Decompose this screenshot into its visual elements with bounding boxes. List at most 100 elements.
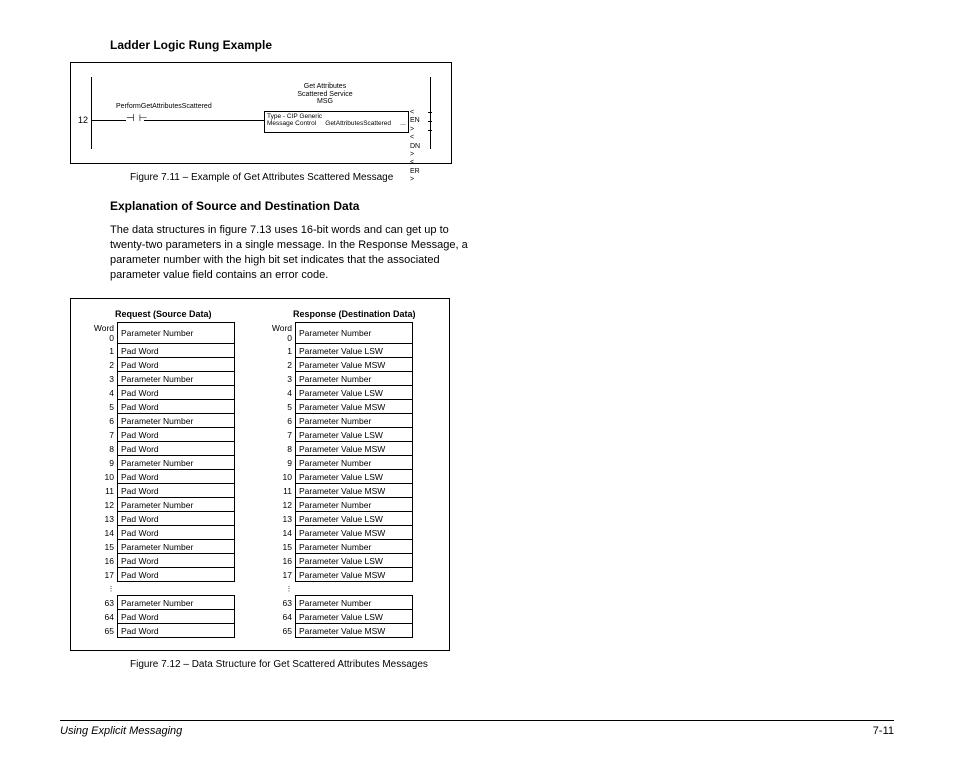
word-index: 11 (263, 484, 296, 498)
word-value: Parameter Value LSW (296, 344, 413, 358)
word-index: 64 (263, 610, 296, 624)
word-index: 4 (85, 386, 118, 400)
word-value: Pad Word (118, 526, 235, 540)
request-column: Request (Source Data) Word 0Parameter Nu… (85, 309, 235, 638)
word-value: Parameter Value LSW (296, 470, 413, 484)
word-value: Parameter Number (296, 323, 413, 344)
word-index: 8 (263, 442, 296, 456)
word-index: 1 (263, 344, 296, 358)
word-value: Parameter Value MSW (296, 358, 413, 372)
word-value: Parameter Value LSW (296, 386, 413, 400)
response-column: Response (Destination Data) Word 0Parame… (263, 309, 416, 638)
word-value: Pad Word (118, 470, 235, 484)
footer-section-title: Using Explicit Messaging (60, 725, 182, 737)
word-value: Parameter Number (118, 323, 235, 344)
word-value: Parameter Number (118, 372, 235, 386)
word-value: Pad Word (118, 400, 235, 414)
word-value: Parameter Number (296, 414, 413, 428)
word-value: Pad Word (118, 554, 235, 568)
word-value: Pad Word (118, 344, 235, 358)
msg-instruction-box: Type - CIP Generic Message Control GetAt… (264, 111, 409, 133)
word-value: Parameter Number (296, 498, 413, 512)
word-value: Parameter Number (296, 540, 413, 554)
word-value: Parameter Value LSW (296, 512, 413, 526)
msg-block-title: Get Attributes Scattered Service MSG (270, 83, 380, 106)
word-index: 63 (85, 596, 118, 610)
figure-caption-2: Figure 7.12 – Data Structure for Get Sca… (130, 659, 894, 670)
data-structure-table: Request (Source Data) Word 0Parameter Nu… (70, 298, 450, 651)
word-index: 65 (85, 624, 118, 638)
word-value: Parameter Value MSW (296, 442, 413, 456)
word-value: Pad Word (118, 442, 235, 456)
column-header: Request (Source Data) (115, 309, 235, 319)
word-value: Parameter Value MSW (296, 624, 413, 638)
word-index: 9 (85, 456, 118, 470)
word-index: 14 (263, 526, 296, 540)
word-index: 11 (85, 484, 118, 498)
section-heading-1: Ladder Logic Rung Example (110, 38, 894, 52)
msg-box-type: Type - CIP Generic (267, 113, 322, 120)
word-value: Parameter Number (118, 456, 235, 470)
figure-caption-1: Figure 7.11 – Example of Get Attributes … (130, 172, 894, 183)
word-value: Parameter Value LSW (296, 428, 413, 442)
word-value (118, 582, 235, 596)
word-index: 9 (263, 456, 296, 470)
word-index: 17 (263, 568, 296, 582)
word-index: 10 (85, 470, 118, 484)
word-value: Pad Word (118, 624, 235, 638)
word-index: 7 (85, 428, 118, 442)
word-index: 16 (263, 554, 296, 568)
word-index: 63 (263, 596, 296, 610)
msg-box-control: Message Control (267, 120, 316, 128)
word-index: 12 (263, 498, 296, 512)
word-value: Parameter Value LSW (296, 554, 413, 568)
word-value: Pad Word (118, 428, 235, 442)
word-value: Parameter Number (118, 596, 235, 610)
word-index: Word 0 (85, 323, 118, 344)
column-header: Response (Destination Data) (293, 309, 416, 319)
word-index: ⋮ (263, 582, 296, 596)
word-index: 12 (85, 498, 118, 512)
word-index: 15 (85, 540, 118, 554)
word-value: Parameter Value MSW (296, 526, 413, 540)
msg-title-line: Get Attributes (270, 83, 380, 91)
word-index: 10 (263, 470, 296, 484)
word-index: 3 (263, 372, 296, 386)
word-value: Parameter Number (296, 456, 413, 470)
word-value: Pad Word (118, 610, 235, 624)
word-value: Parameter Number (118, 540, 235, 554)
status-dn: DN (410, 143, 420, 151)
word-index: 3 (85, 372, 118, 386)
word-value: Parameter Number (118, 414, 235, 428)
word-index: ⋮ (85, 582, 118, 596)
word-index: Word 0 (263, 323, 296, 344)
page-number: 7-11 (873, 725, 894, 737)
word-index: 2 (85, 358, 118, 372)
word-index: 2 (263, 358, 296, 372)
ladder-diagram: 12 PerformGetAttributesScattered ⊣ ⊢ Get… (70, 62, 452, 164)
status-er: ER (410, 168, 420, 176)
word-value: Pad Word (118, 358, 235, 372)
word-value: Pad Word (118, 484, 235, 498)
word-value: Parameter Number (118, 498, 235, 512)
contact-symbol: ⊣ ⊢ (126, 113, 146, 125)
word-value: Pad Word (118, 512, 235, 526)
ellipsis-icon: ... (400, 120, 406, 128)
word-value: Parameter Value MSW (296, 568, 413, 582)
body-paragraph: The data structures in figure 7.13 uses … (110, 223, 480, 282)
word-index: 13 (263, 512, 296, 526)
msg-box-tag: GetAttributesScattered (325, 120, 391, 128)
section-heading-2: Explanation of Source and Destination Da… (110, 199, 894, 213)
word-index: 64 (85, 610, 118, 624)
word-index: 4 (263, 386, 296, 400)
word-value: Parameter Number (296, 372, 413, 386)
word-value: Pad Word (118, 386, 235, 400)
contact-label: PerformGetAttributesScattered (116, 103, 212, 110)
rung-number: 12 (78, 115, 88, 125)
word-value: Parameter Value MSW (296, 400, 413, 414)
word-value: Parameter Value MSW (296, 484, 413, 498)
word-index: 5 (263, 400, 296, 414)
status-en: EN (410, 117, 420, 125)
word-value: Parameter Value LSW (296, 610, 413, 624)
word-index: 1 (85, 344, 118, 358)
